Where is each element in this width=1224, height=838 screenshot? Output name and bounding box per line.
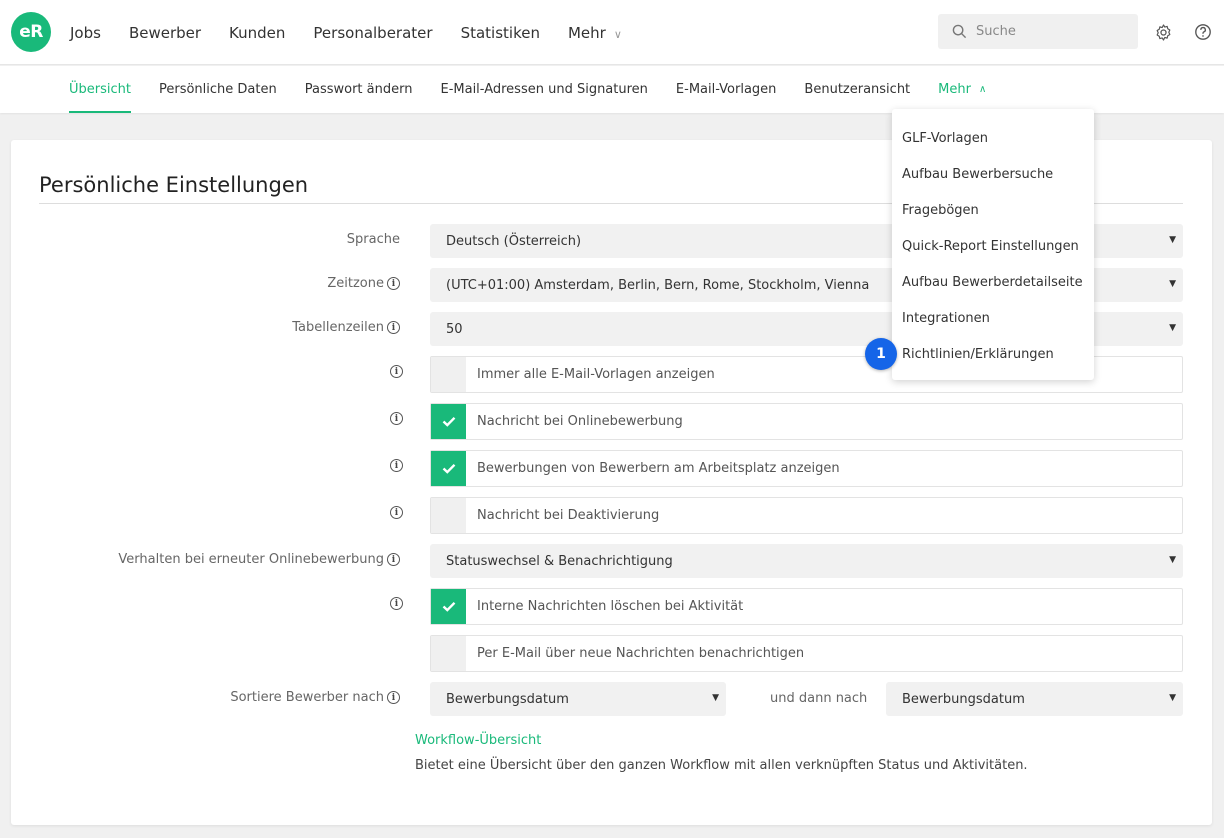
sub-nav: Übersicht Persönliche Daten Passwort änd…: [0, 66, 1224, 113]
label-sortiere-text: Sortiere Bewerber nach: [230, 690, 384, 705]
select-tabellenzeilen-value: 50: [446, 321, 463, 337]
checkbox-row-arbeitsplatz[interactable]: Bewerbungen von Bewerbern am Arbeitsplat…: [430, 450, 1183, 487]
caret-down-icon: ▼: [1169, 555, 1176, 565]
nav-item-kunden[interactable]: Kunden: [229, 24, 285, 42]
mehr-dropdown-menu: GLF-Vorlagen Aufbau Bewerbersuche Frageb…: [892, 109, 1094, 380]
checkbox-checked[interactable]: [431, 589, 466, 624]
caret-down-icon: ▼: [1169, 279, 1176, 289]
menu-item-integrationen[interactable]: Integrationen: [892, 300, 1094, 336]
menu-item-richtlinien[interactable]: Richtlinien/Erklärungen: [892, 336, 1094, 372]
checkbox-label: Nachricht bei Onlinebewerbung: [477, 414, 683, 429]
label-tabellenzeilen: Tabellenzeilen i: [292, 320, 400, 335]
workflow-link[interactable]: Workflow-Übersicht: [415, 733, 541, 748]
checkbox-label: Nachricht bei Deaktivierung: [477, 508, 660, 523]
label-sprache-text: Sprache: [346, 232, 400, 247]
nav-item-personalberater[interactable]: Personalberater: [313, 24, 432, 42]
checkbox-row-interne-nachrichten[interactable]: Interne Nachrichten löschen bei Aktivitä…: [430, 588, 1183, 625]
label-sortiere: Sortiere Bewerber nach i: [230, 690, 400, 705]
info-icon[interactable]: i: [390, 506, 403, 519]
menu-item-aufbau-bewerberdetailseite[interactable]: Aufbau Bewerberdetailseite: [892, 264, 1094, 300]
select-sortiere-1-value: Bewerbungsdatum: [446, 691, 569, 707]
search-icon: [952, 24, 967, 39]
app-logo[interactable]: eR: [11, 12, 51, 52]
select-sprache-value: Deutsch (Österreich): [446, 233, 582, 249]
info-icon[interactable]: i: [387, 277, 400, 290]
info-icon[interactable]: i: [390, 597, 403, 610]
tab-benutzeransicht[interactable]: Benutzeransicht: [804, 66, 910, 113]
checkbox[interactable]: [431, 636, 466, 671]
info-icon[interactable]: i: [387, 321, 400, 334]
nav-item-jobs[interactable]: Jobs: [70, 24, 101, 42]
checkbox-checked[interactable]: [431, 451, 466, 486]
select-zeitzone-value: (UTC+01:00) Amsterdam, Berlin, Bern, Rom…: [446, 277, 870, 293]
checkmark-icon: [442, 416, 455, 427]
caret-down-icon: ▼: [1169, 235, 1176, 245]
tab-mehr[interactable]: Mehr ∧: [938, 66, 986, 113]
label-zeitzone-text: Zeitzone: [327, 276, 384, 291]
gear-icon[interactable]: [1152, 21, 1174, 43]
select-sortiere-1[interactable]: Bewerbungsdatum ▼: [430, 682, 726, 716]
label-zeitzone: Zeitzone i: [327, 276, 400, 291]
caret-down-icon: ▼: [1169, 693, 1176, 703]
page-title: Persönliche Einstellungen: [39, 173, 309, 197]
nav-item-mehr-label: Mehr: [567, 23, 606, 42]
chevron-up-icon: ∧: [978, 84, 987, 95]
nav-item-statistiken[interactable]: Statistiken: [461, 24, 540, 42]
main-nav: Jobs Bewerber Kunden Personalberater Sta…: [70, 0, 650, 65]
tab-email-adressen[interactable]: E-Mail-Adressen und Signaturen: [440, 66, 647, 113]
step-badge: 1: [865, 338, 897, 370]
checkbox-row-deaktivierung[interactable]: Nachricht bei Deaktivierung: [430, 497, 1183, 534]
tab-passwort-aendern[interactable]: Passwort ändern: [305, 66, 413, 113]
checkbox-label: Bewerbungen von Bewerbern am Arbeitsplat…: [477, 461, 840, 476]
tab-email-vorlagen[interactable]: E-Mail-Vorlagen: [676, 66, 777, 113]
caret-down-icon: ▼: [1169, 323, 1176, 333]
checkbox-label: Per E-Mail über neue Nachrichten benachr…: [477, 646, 805, 661]
nav-item-mehr[interactable]: Mehr ∨: [568, 24, 622, 42]
checkbox[interactable]: [431, 357, 466, 392]
checkbox-row-onlinebewerbung[interactable]: Nachricht bei Onlinebewerbung: [430, 403, 1183, 440]
info-icon[interactable]: i: [387, 553, 400, 566]
label-verhalten: Verhalten bei erneuter Onlinebewerbung i: [118, 552, 400, 567]
top-bar: eR Jobs Bewerber Kunden Personalberater …: [0, 0, 1224, 65]
caret-down-icon: ▼: [712, 693, 719, 703]
chevron-down-icon: ∨: [613, 27, 622, 41]
search-input[interactable]: Suche: [938, 14, 1138, 49]
info-icon[interactable]: i: [390, 365, 403, 378]
info-icon[interactable]: i: [390, 459, 403, 472]
info-icon[interactable]: i: [390, 412, 403, 425]
nav-item-bewerber[interactable]: Bewerber: [129, 24, 201, 42]
menu-item-quick-report[interactable]: Quick-Report Einstellungen: [892, 228, 1094, 264]
label-tabellenzeilen-text: Tabellenzeilen: [292, 320, 384, 335]
checkbox[interactable]: [431, 498, 466, 533]
info-icon[interactable]: i: [387, 691, 400, 704]
label-sprache: Sprache: [347, 232, 400, 247]
menu-item-aufbau-bewerbersuche[interactable]: Aufbau Bewerbersuche: [892, 156, 1094, 192]
select-sortiere-2-value: Bewerbungsdatum: [902, 691, 1025, 707]
checkmark-icon: [442, 463, 455, 474]
select-sortiere-2[interactable]: Bewerbungsdatum ▼: [886, 682, 1183, 716]
tab-persoenliche-daten[interactable]: Persönliche Daten: [159, 66, 277, 113]
select-verhalten-value: Statuswechsel & Benachrichtigung: [446, 553, 673, 569]
checkmark-icon: [442, 601, 455, 612]
select-verhalten[interactable]: Statuswechsel & Benachrichtigung ▼: [430, 544, 1183, 578]
label-und-dann-nach: und dann nach: [770, 691, 868, 706]
workflow-description: Bietet eine Übersicht über den ganzen Wo…: [415, 758, 1028, 773]
checkbox-row-email-benachrichtigen[interactable]: Per E-Mail über neue Nachrichten benachr…: [430, 635, 1183, 672]
menu-item-frageboegen[interactable]: Fragebögen: [892, 192, 1094, 228]
tab-mehr-label: Mehr: [938, 82, 971, 97]
help-icon[interactable]: [1192, 21, 1214, 43]
checkbox-label: Interne Nachrichten löschen bei Aktivitä…: [477, 599, 744, 614]
search-placeholder: Suche: [976, 24, 1016, 39]
tab-uebersicht[interactable]: Übersicht: [69, 66, 131, 113]
checkbox-label: Immer alle E-Mail-Vorlagen anzeigen: [477, 367, 715, 382]
label-verhalten-text: Verhalten bei erneuter Onlinebewerbung: [118, 552, 384, 567]
checkbox-checked[interactable]: [431, 404, 466, 439]
menu-item-glf-vorlagen[interactable]: GLF-Vorlagen: [892, 120, 1094, 156]
